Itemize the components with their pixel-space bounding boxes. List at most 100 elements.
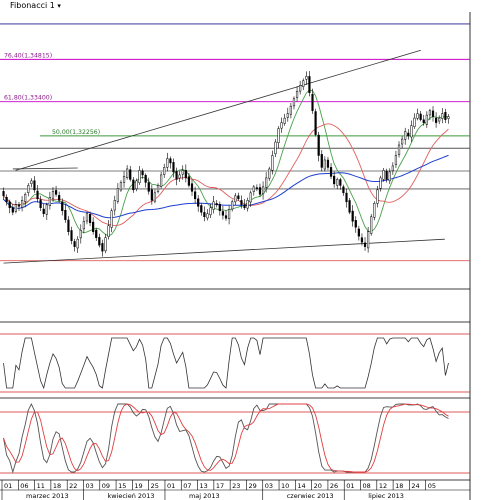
axis-month-label: czerwiec 2013 — [287, 492, 334, 500]
fibonacci-label: 61,80(1,33400) — [4, 95, 52, 102]
candle-body — [153, 192, 157, 202]
candle-body — [404, 131, 407, 140]
channel-lower-line — [3, 238, 445, 264]
candle-body — [45, 204, 48, 215]
axis-day-label: 18 — [395, 482, 403, 490]
candle-body — [243, 204, 246, 209]
candle-body — [92, 221, 95, 232]
axis-month-label: marzec 2013 — [26, 492, 69, 500]
candle-body — [163, 167, 166, 175]
candle-body — [138, 170, 141, 183]
candle-body — [14, 204, 18, 212]
candle-body — [221, 211, 225, 216]
axis-day-label: 07 — [183, 482, 191, 490]
candle-body — [277, 128, 280, 143]
candle-body — [410, 125, 413, 138]
stochastic-d-line — [3, 403, 449, 473]
candle-body — [20, 200, 24, 208]
axis-day-label: 19 — [134, 482, 142, 490]
candle-body — [286, 113, 289, 118]
candle-body — [441, 113, 444, 119]
candle-body — [382, 170, 385, 180]
axis-day-label: 14 — [297, 482, 305, 490]
forex-chart[interactable]: 76,40(1,34815) 61,80(1,33400) 50,00(1,3225… — [0, 0, 500, 500]
axis-month-label: maj 2013 — [189, 492, 220, 500]
candle-body — [311, 93, 314, 111]
candle-body — [271, 155, 274, 171]
candle-body — [156, 185, 160, 192]
candle-body — [206, 213, 209, 219]
candle-body — [376, 189, 379, 204]
candle-body — [194, 191, 197, 200]
candle-body — [110, 210, 113, 228]
axis-day-label: 20 — [314, 482, 322, 490]
candle-body — [342, 186, 345, 194]
candle-body — [413, 117, 416, 127]
candle-body — [302, 80, 305, 87]
candle-body — [144, 174, 147, 183]
axis-day-label: 17 — [216, 482, 224, 490]
candle-body — [212, 201, 215, 210]
candle-body — [258, 187, 262, 195]
candle-body — [129, 169, 132, 180]
candle-body — [385, 170, 388, 180]
candle-body — [218, 203, 221, 212]
candles — [2, 71, 450, 257]
fibonacci-label: 50,00(1,32256) — [52, 129, 100, 136]
candle-body — [2, 191, 5, 197]
candle-body — [240, 200, 243, 206]
candle-body — [203, 212, 206, 218]
candle-body — [370, 216, 373, 234]
candle-body — [135, 180, 138, 190]
fibonacci-levels: 76,40(1,34815) 61,80(1,33400) 50,00(1,3225… — [0, 52, 470, 137]
axis-day-label: 15 — [118, 482, 126, 490]
candle-body — [268, 168, 271, 179]
candle-body — [295, 90, 299, 98]
candle-body — [308, 76, 311, 93]
candle-body — [11, 207, 14, 213]
axis-day-label: 24 — [411, 482, 419, 490]
candle-body — [175, 171, 178, 180]
candle-body — [172, 162, 175, 173]
candle-body — [305, 76, 308, 80]
candle-body — [265, 177, 268, 188]
candle-body — [209, 207, 212, 216]
candle-body — [231, 201, 234, 210]
candle-body — [283, 117, 286, 124]
candle-body — [33, 180, 36, 191]
axis-day-label: 03 — [265, 482, 273, 490]
candle-body — [64, 210, 67, 220]
candle-body — [391, 165, 394, 172]
candle-body — [447, 116, 450, 119]
candle-body — [95, 229, 98, 238]
channel-lines — [3, 49, 445, 264]
candle-body — [345, 192, 348, 203]
candle-body — [373, 203, 376, 218]
candle-body — [79, 229, 82, 239]
candle-body — [17, 204, 21, 207]
candle-body — [104, 237, 107, 252]
candle-body — [261, 186, 265, 195]
candle-body — [367, 231, 370, 249]
candle-body — [200, 205, 203, 213]
moving-average-slow-line — [3, 154, 449, 219]
candle-body — [88, 214, 92, 223]
candle-body — [27, 185, 30, 193]
candle-body — [339, 179, 342, 186]
candle-body — [98, 237, 101, 246]
candle-body — [357, 228, 360, 237]
candle-body — [280, 122, 283, 129]
candle-body — [394, 155, 398, 165]
candle-body — [388, 171, 391, 182]
candle-body — [292, 98, 296, 107]
candle-body — [147, 182, 150, 192]
candle-body — [8, 201, 11, 209]
candle-body — [184, 170, 187, 179]
axis-month-label: lipiec 2013 — [368, 492, 404, 500]
candle-body — [333, 175, 336, 185]
candle-body — [61, 201, 64, 212]
axis-day-label: 01 — [4, 482, 12, 490]
candle-body — [39, 199, 42, 209]
candle-body — [215, 203, 218, 206]
candle-body — [116, 188, 119, 202]
